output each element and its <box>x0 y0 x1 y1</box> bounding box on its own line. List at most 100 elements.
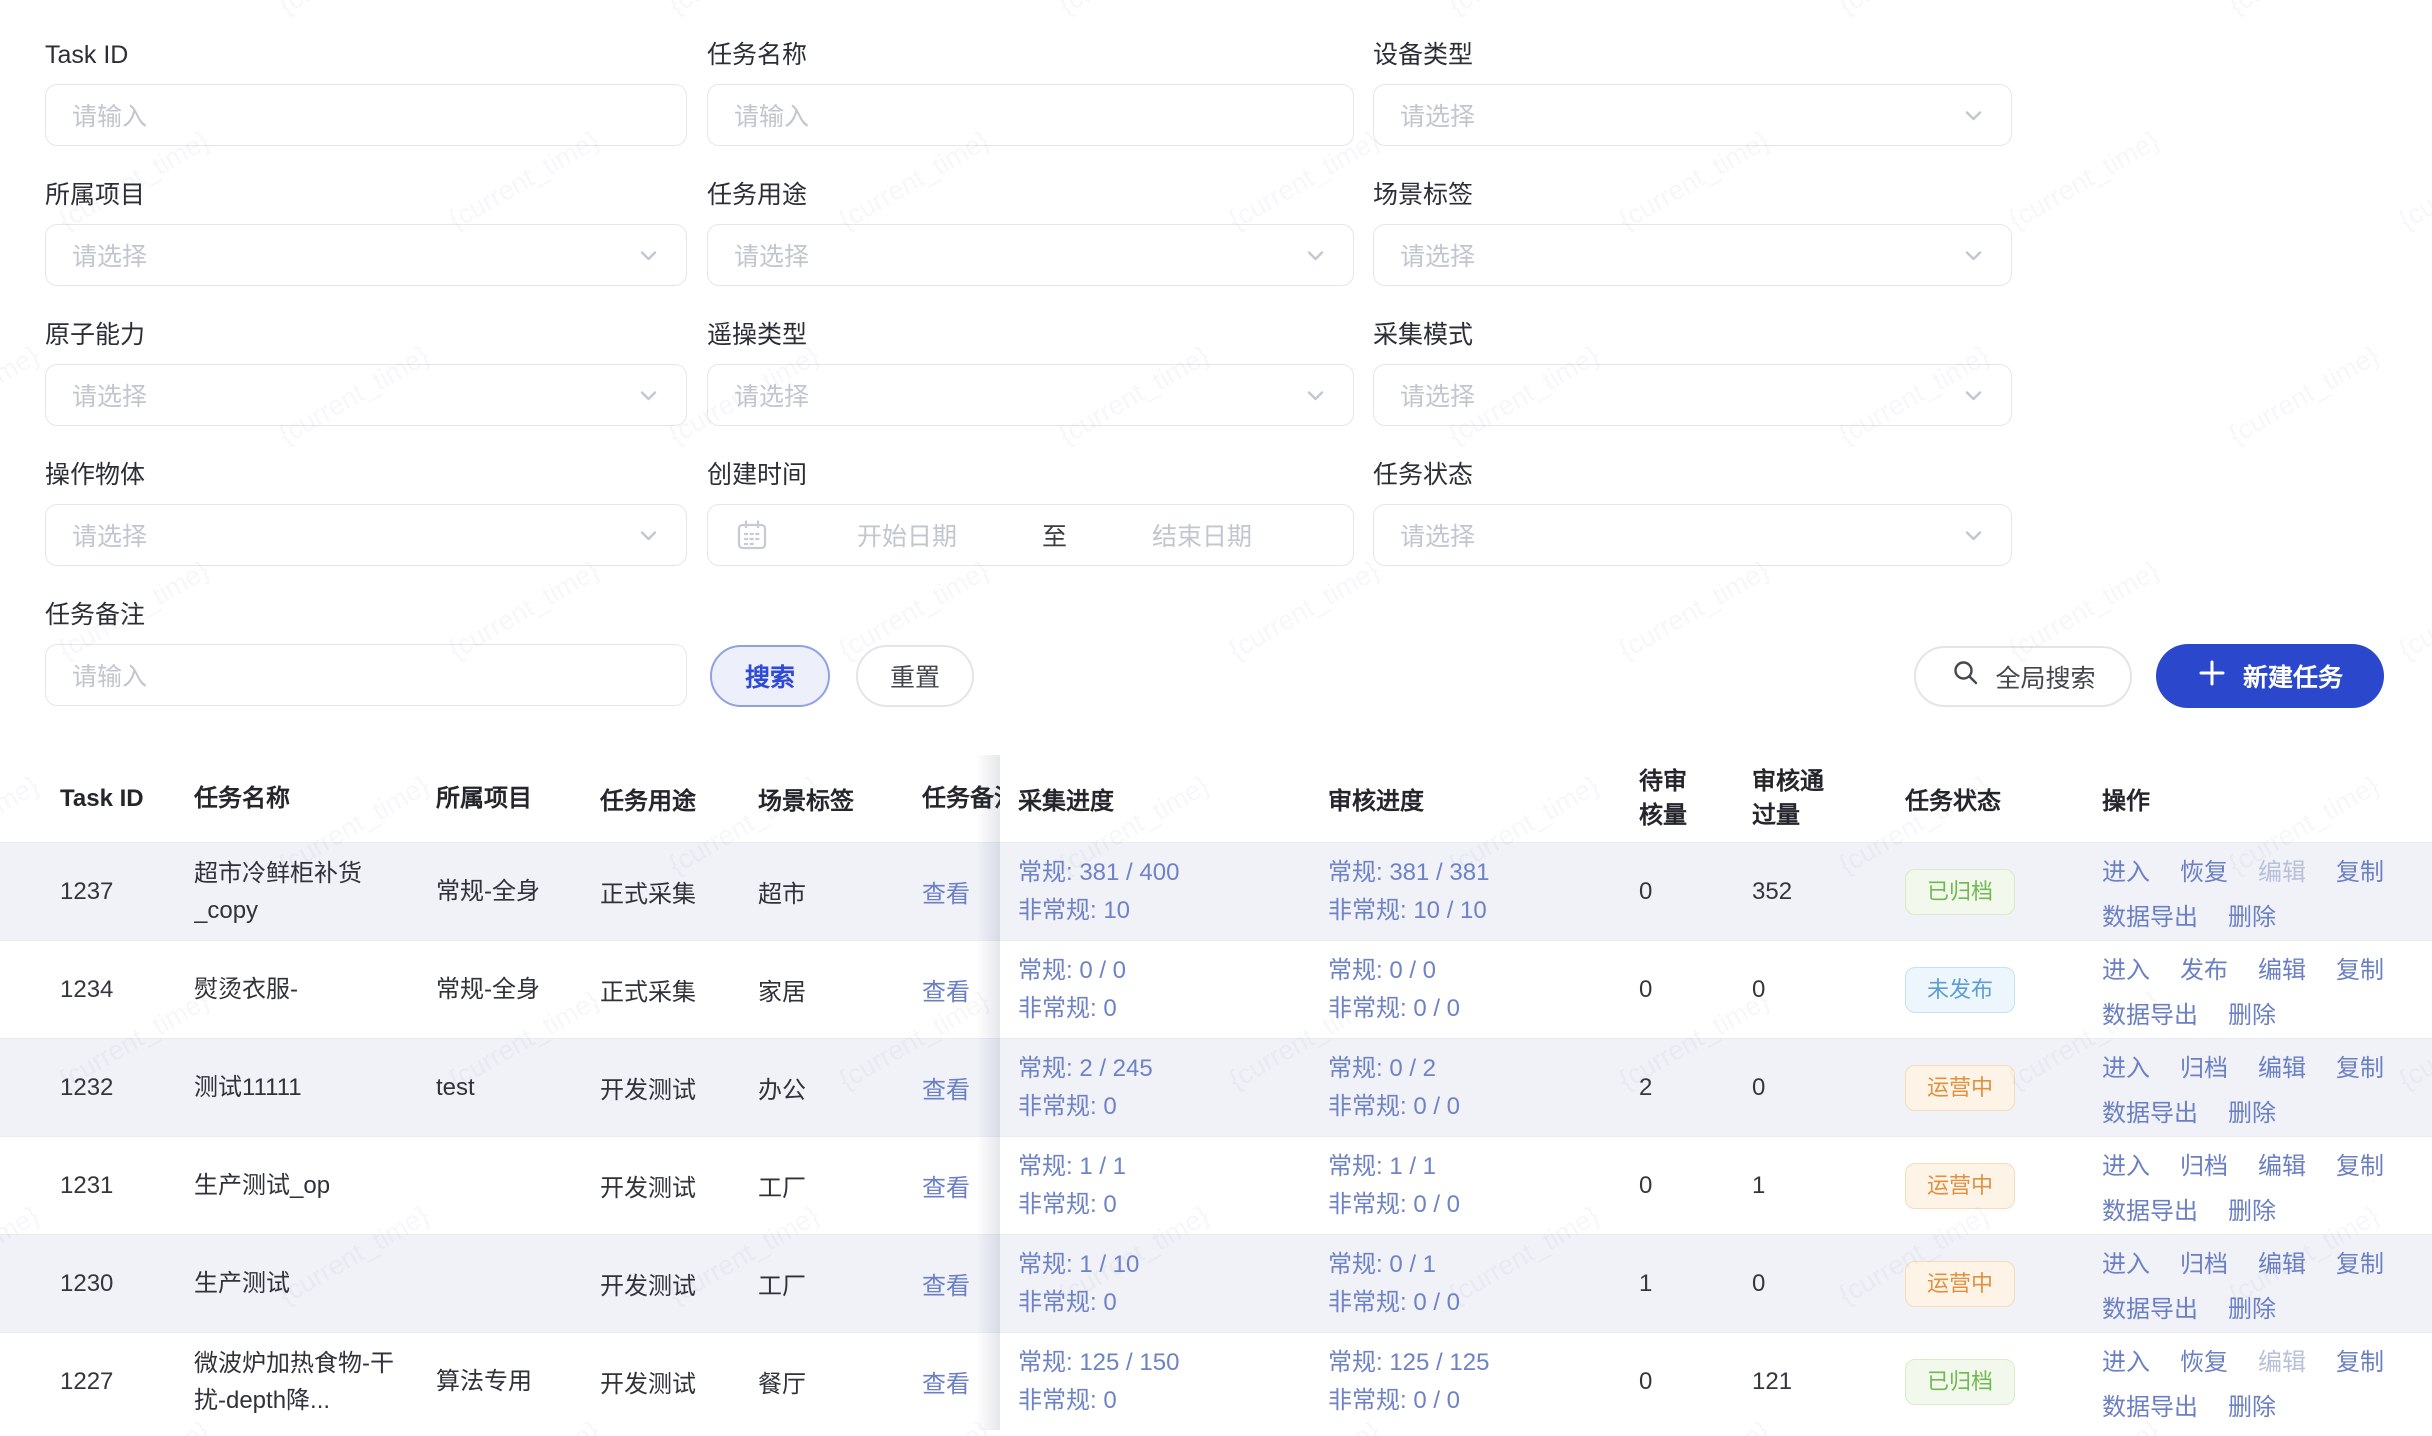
cell-purpose: 开发测试 <box>600 1137 758 1234</box>
action-link[interactable]: 删除 <box>2228 1289 2276 1324</box>
cell-status: 已归档 <box>1880 843 2076 940</box>
placeholder-text: 请输入 <box>734 97 1329 133</box>
action-link[interactable]: 进入 <box>2102 1048 2150 1083</box>
chevron-down-icon <box>635 382 662 409</box>
action-link[interactable]: 删除 <box>2228 1191 2276 1226</box>
filter-field-task-purpose: 任务用途请选择 <box>707 180 1354 286</box>
cell-collect-progress: 常规: 1 / 1非常规: 0 <box>1000 1137 1310 1234</box>
action-link[interactable]: 进入 <box>2102 1146 2150 1181</box>
cell-project <box>436 1235 600 1332</box>
placeholder-text: 请选择 <box>72 377 635 413</box>
action-link[interactable]: 编辑 <box>2258 1048 2306 1083</box>
action-link[interactable]: 进入 <box>2102 852 2150 887</box>
action-link[interactable]: 编辑 <box>2258 1244 2306 1279</box>
cell-task-name: 生产测试 <box>194 1235 436 1332</box>
action-link[interactable]: 复制 <box>2336 1146 2384 1181</box>
filter-label-task-status: 任务状态 <box>1373 460 2012 490</box>
cell-task-name: 生产测试_op <box>194 1137 436 1234</box>
cell-status: 运营中 <box>1880 1235 2076 1332</box>
placeholder-text: 请输入 <box>72 657 662 693</box>
table-row: 1230生产测试开发测试工厂查看常规: 1 / 10非常规: 0常规: 0 / … <box>0 1234 2432 1332</box>
cell-actions: 进入归档编辑复制数据导出删除 <box>2076 1039 2432 1136</box>
action-link[interactable]: 恢复 <box>2180 1342 2228 1377</box>
filter-atomic-capability-select[interactable]: 请选择 <box>45 364 687 426</box>
review-progress-text: 常规: 0 / 1非常规: 0 / 0 <box>1328 1246 1460 1322</box>
chevron-down-icon <box>1302 242 1329 269</box>
action-link[interactable]: 删除 <box>2228 995 2276 1030</box>
action-link[interactable]: 归档 <box>2180 1146 2228 1181</box>
action-link[interactable]: 编辑 <box>2258 950 2306 985</box>
cell-review-progress: 常规: 1 / 1非常规: 0 / 0 <box>1310 1137 1620 1234</box>
action-link[interactable]: 数据导出 <box>2102 1093 2198 1128</box>
filter-task-name-input[interactable]: 请输入 <box>707 84 1354 146</box>
remark-view-link[interactable]: 查看 <box>922 1364 970 1399</box>
column-header-review: 审核进度 <box>1310 755 1620 842</box>
cell-status: 运营中 <box>1880 1039 2076 1136</box>
cell-approved-count: 1 <box>1737 1137 1880 1234</box>
cell-approved-count: 0 <box>1737 1039 1880 1136</box>
filter-label-task-purpose: 任务用途 <box>707 180 1354 210</box>
date-separator: 至 <box>1034 517 1075 553</box>
action-link[interactable]: 进入 <box>2102 1244 2150 1279</box>
filter-scene-tag-select[interactable]: 请选择 <box>1373 224 2012 286</box>
filter-task-purpose-select[interactable]: 请选择 <box>707 224 1354 286</box>
action-link[interactable]: 进入 <box>2102 1342 2150 1377</box>
filter-task-id-input[interactable]: 请输入 <box>45 84 687 146</box>
review-progress-text: 常规: 125 / 125非常规: 0 / 0 <box>1328 1344 1489 1420</box>
filter-project-select[interactable]: 请选择 <box>45 224 687 286</box>
action-link[interactable]: 数据导出 <box>2102 897 2198 932</box>
filter-label-operate-object: 操作物体 <box>45 460 687 490</box>
filter-collect-mode-select[interactable]: 请选择 <box>1373 364 2012 426</box>
action-link[interactable]: 删除 <box>2228 1093 2276 1128</box>
action-link[interactable]: 数据导出 <box>2102 1289 2198 1324</box>
filter-device-type-select[interactable]: 请选择 <box>1373 84 2012 146</box>
action-link[interactable]: 复制 <box>2336 950 2384 985</box>
action-link[interactable]: 归档 <box>2180 1048 2228 1083</box>
action-link[interactable]: 数据导出 <box>2102 1191 2198 1226</box>
table-row: 1231生产测试_op开发测试工厂查看常规: 1 / 1非常规: 0常规: 1 … <box>0 1136 2432 1234</box>
collect-progress-text: 常规: 2 / 245非常规: 0 <box>1018 1050 1153 1126</box>
action-link[interactable]: 数据导出 <box>2102 1387 2198 1422</box>
action-link[interactable]: 删除 <box>2228 1387 2276 1422</box>
actions-links: 进入归档编辑复制数据导出删除 <box>2102 1244 2392 1324</box>
remark-view-link[interactable]: 查看 <box>922 1266 970 1301</box>
action-link[interactable]: 编辑 <box>2258 1146 2306 1181</box>
action-link[interactable]: 删除 <box>2228 897 2276 932</box>
filter-operate-object-select[interactable]: 请选择 <box>45 504 687 566</box>
placeholder-text: 请选择 <box>72 237 635 273</box>
remark-view-link[interactable]: 查看 <box>922 1168 970 1203</box>
cell-scene-tag: 餐厅 <box>758 1333 922 1430</box>
filter-task-status-select[interactable]: 请选择 <box>1373 504 2012 566</box>
filter-field-task-name: 任务名称请输入 <box>707 40 1354 146</box>
cell-scene-tag: 工厂 <box>758 1235 922 1332</box>
action-link[interactable]: 复制 <box>2336 1342 2384 1377</box>
filter-teleop-type-select[interactable]: 请选择 <box>707 364 1354 426</box>
start-date-placeholder: 开始日期 <box>780 517 1034 553</box>
filter-create-time-daterange[interactable]: 开始日期至结束日期 <box>707 504 1354 566</box>
remark-view-link[interactable]: 查看 <box>922 1070 970 1105</box>
table-row: 1237超市冷鲜柜补货_copy常规-全身正式采集超市查看常规: 381 / 4… <box>0 842 2432 940</box>
action-link[interactable]: 归档 <box>2180 1244 2228 1279</box>
action-link[interactable]: 进入 <box>2102 950 2150 985</box>
action-link[interactable]: 复制 <box>2336 1048 2384 1083</box>
action-link[interactable]: 数据导出 <box>2102 995 2198 1030</box>
status-badge: 未发布 <box>1905 967 2015 1013</box>
cell-remark: 查看 <box>922 941 1000 1038</box>
cell-task-id: 1231 <box>0 1137 194 1234</box>
remark-view-link[interactable]: 查看 <box>922 874 970 909</box>
action-link[interactable]: 复制 <box>2336 1244 2384 1279</box>
chevron-down-icon <box>1302 382 1329 409</box>
actions-links: 进入归档编辑复制数据导出删除 <box>2102 1048 2392 1128</box>
filter-task-remark-input[interactable]: 请输入 <box>45 644 687 706</box>
cell-pending-count: 0 <box>1620 1333 1737 1430</box>
placeholder-text: 请选择 <box>1400 97 1960 133</box>
filter-form: Task ID请输入任务名称请输入设备类型请选择所属项目请选择任务用途请选择场景… <box>0 0 2432 755</box>
action-link[interactable]: 恢复 <box>2180 852 2228 887</box>
remark-view-link[interactable]: 查看 <box>922 972 970 1007</box>
filter-field-task-status: 任务状态请选择 <box>1373 460 2012 566</box>
cell-purpose: 开发测试 <box>600 1235 758 1332</box>
action-link[interactable]: 复制 <box>2336 852 2384 887</box>
filter-label-scene-tag: 场景标签 <box>1373 180 2012 210</box>
action-link[interactable]: 发布 <box>2180 950 2228 985</box>
column-header-task-id: Task ID <box>0 755 194 842</box>
